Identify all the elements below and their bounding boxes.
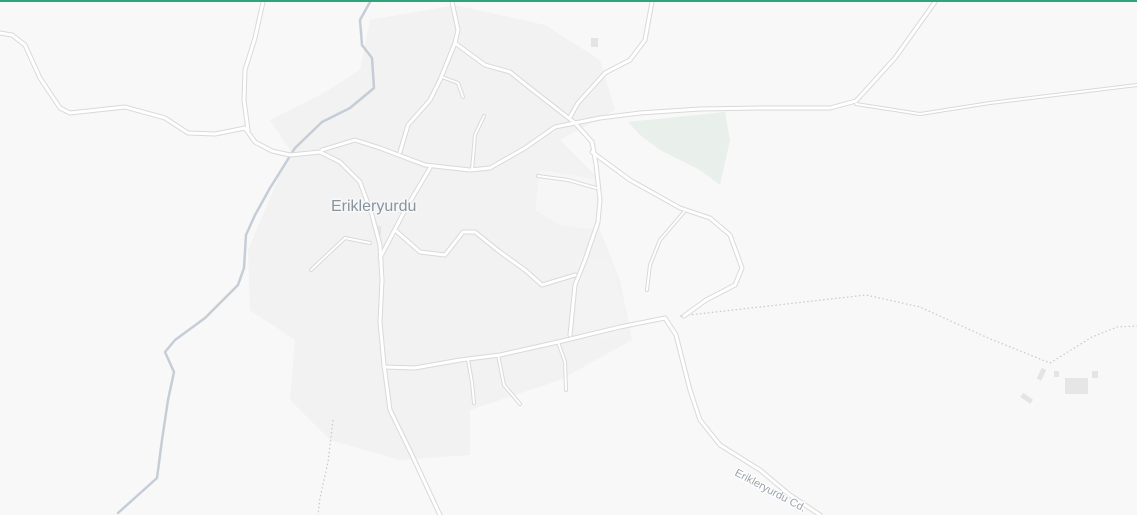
map-layer[interactable]: Erikleryurdu Erikleryurdu Cd. [0,0,1137,515]
road-label: Erikleryurdu Cd. [733,467,808,515]
map-canvas[interactable]: Erikleryurdu Erikleryurdu Cd. [0,0,1137,515]
place-label-village[interactable]: Erikleryurdu [330,197,418,217]
top-accent-bar [0,0,1137,2]
road-spur-4[interactable] [646,211,685,291]
settlement-areas [248,5,730,460]
road-far-east[interactable] [855,84,1137,115]
road-northwest[interactable] [242,0,265,132]
